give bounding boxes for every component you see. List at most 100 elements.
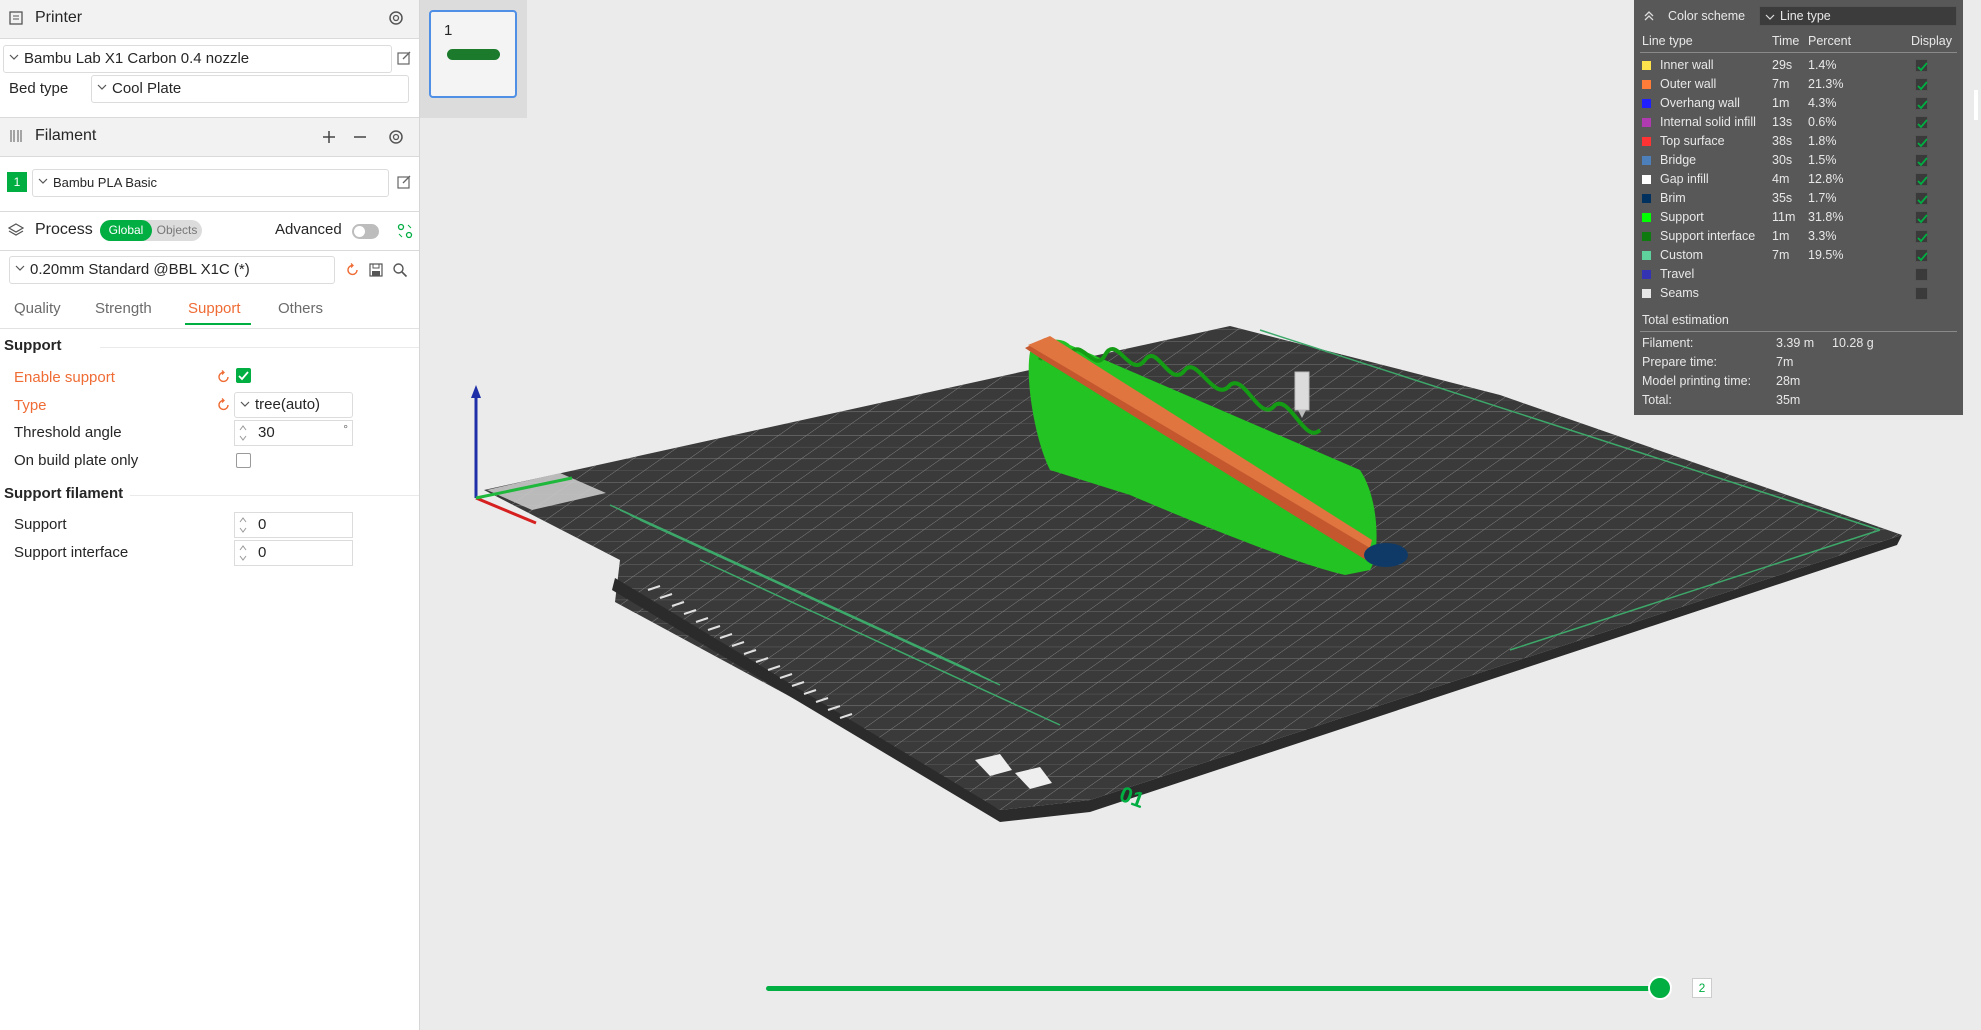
legend-row: Support interface 1m 3.3% <box>1634 227 1963 245</box>
legend-line-type-name: Gap infill <box>1660 172 1709 186</box>
bed-type-select[interactable]: Cool Plate <box>91 75 409 103</box>
legend-col-time: Time <box>1772 34 1800 48</box>
legend-color-swatch <box>1642 175 1651 184</box>
total-time-value: 35m <box>1776 393 1801 407</box>
chevron-down-icon <box>1765 14 1775 20</box>
legend-color-swatch <box>1642 118 1651 127</box>
filament-edit-icon[interactable] <box>396 174 412 190</box>
collapse-chevron-icon[interactable] <box>1643 10 1655 22</box>
plate-thumbnail[interactable]: 1 <box>429 10 517 98</box>
layer-slider-track[interactable] <box>766 986 1672 991</box>
legend-row: Top surface 38s 1.8% <box>1634 132 1963 150</box>
printer-title: Printer <box>35 9 83 26</box>
support-filament-value: 0 <box>258 516 267 533</box>
global-toggle-option[interactable]: Global <box>100 220 152 241</box>
search-icon[interactable] <box>392 262 408 278</box>
spin-arrows-icon[interactable] <box>239 543 247 563</box>
legend-time: 29s <box>1772 58 1793 72</box>
tab-support[interactable]: Support <box>188 300 241 317</box>
objects-toggle-option[interactable]: Objects <box>154 220 200 241</box>
legend-display-checkbox[interactable] <box>1915 230 1928 243</box>
prepare-time-value: 7m <box>1776 355 1794 369</box>
legend-col-line-type: Line type <box>1642 34 1693 48</box>
legend-display-checkbox[interactable] <box>1915 249 1928 262</box>
filament-length-value: 3.39 m <box>1776 336 1815 350</box>
filament-weight-value: 10.28 g <box>1832 336 1874 350</box>
reset-arrow-icon[interactable] <box>216 369 232 385</box>
printer-section-header: Printer <box>0 0 419 39</box>
checkmark-icon <box>238 371 249 381</box>
add-filament-plus-icon[interactable] <box>320 128 338 146</box>
enable-support-checkbox[interactable] <box>236 368 251 383</box>
legend-line-type-name: Travel <box>1660 267 1695 281</box>
global-objects-toggle[interactable]: Global Objects <box>100 220 202 241</box>
legend-percent: 19.5% <box>1808 248 1844 262</box>
tab-others[interactable]: Others <box>278 300 323 317</box>
legend-display-checkbox[interactable] <box>1915 135 1928 148</box>
legend-row: Inner wall 29s 1.4% <box>1634 56 1963 74</box>
bed-type-label: Bed type <box>9 80 69 97</box>
legend-time: 38s <box>1772 134 1793 148</box>
legend-display-checkbox[interactable] <box>1915 78 1928 91</box>
support-interface-filament-input[interactable]: 0 <box>234 540 353 566</box>
legend-time: 7m <box>1772 248 1790 262</box>
legend-line-type-name: Support <box>1660 210 1704 224</box>
printer-edit-icon[interactable] <box>396 50 412 66</box>
legend-percent: 1.7% <box>1808 191 1837 205</box>
legend-display-checkbox[interactable] <box>1915 116 1928 129</box>
support-interface-filament-label: Support interface <box>14 544 129 561</box>
left-settings-panel: Printer Bambu Lab X1 Carbon 0.4 nozzle B… <box>0 0 420 1030</box>
vertical-layer-scroll-handle[interactable] <box>1974 90 1978 120</box>
process-compare-icon[interactable] <box>396 222 414 240</box>
printer-settings-gear-icon[interactable] <box>387 9 405 27</box>
spin-arrows-icon[interactable] <box>239 515 247 535</box>
legend-time: 35s <box>1772 191 1793 205</box>
legend-display-checkbox[interactable] <box>1915 192 1928 205</box>
legend-display-checkbox[interactable] <box>1915 211 1928 224</box>
support-filament-label: Support <box>14 516 67 533</box>
legend-display-checkbox[interactable] <box>1915 173 1928 186</box>
legend-display-checkbox[interactable] <box>1915 287 1928 300</box>
model-printing-time-label: Model printing time: <box>1642 374 1752 388</box>
tab-quality[interactable]: Quality <box>14 300 61 317</box>
remove-filament-minus-icon[interactable] <box>351 128 369 146</box>
printer-icon <box>9 11 23 25</box>
legend-row: Custom 7m 19.5% <box>1634 246 1963 264</box>
legend-display-checkbox[interactable] <box>1915 154 1928 167</box>
tab-strength[interactable]: Strength <box>95 300 152 317</box>
color-scheme-select[interactable]: Line type <box>1759 6 1957 26</box>
model-printing-time-value: 28m <box>1776 374 1801 388</box>
total-time-label: Total: <box>1642 393 1672 407</box>
checkmark-icon <box>1917 119 1928 129</box>
plate-thumbnail-number: 1 <box>444 22 453 39</box>
support-filament-input[interactable]: 0 <box>234 512 353 538</box>
legend-color-swatch <box>1642 270 1651 279</box>
chevron-down-icon <box>240 401 250 407</box>
legend-display-checkbox[interactable] <box>1915 97 1928 110</box>
legend-color-swatch <box>1642 156 1651 165</box>
legend-col-display: Display <box>1911 34 1952 48</box>
layer-slider-knob[interactable] <box>1648 976 1672 1000</box>
legend-percent: 1.4% <box>1808 58 1837 72</box>
legend-display-checkbox[interactable] <box>1915 59 1928 72</box>
reset-arrow-icon[interactable] <box>216 397 232 413</box>
filament-preset-select[interactable]: Bambu PLA Basic <box>32 169 389 197</box>
support-type-select[interactable]: tree(auto) <box>234 392 353 418</box>
save-icon[interactable] <box>368 262 384 278</box>
legend-row: Support 11m 31.8% <box>1634 208 1963 226</box>
printer-preset-select[interactable]: Bambu Lab X1 Carbon 0.4 nozzle <box>3 45 392 73</box>
filament-slot-badge[interactable]: 1 <box>7 172 27 192</box>
process-preset-select[interactable]: 0.20mm Standard @BBL X1C (*) <box>9 256 335 284</box>
checkmark-icon <box>1917 252 1928 262</box>
advanced-switch[interactable] <box>352 224 379 239</box>
legend-display-checkbox[interactable] <box>1915 268 1928 281</box>
reset-arrow-icon[interactable] <box>345 262 361 278</box>
legend-line-type-name: Inner wall <box>1660 58 1714 72</box>
threshold-angle-input[interactable]: 30 ° <box>234 420 353 446</box>
legend-percent: 1.5% <box>1808 153 1837 167</box>
legend-time: 1m <box>1772 96 1790 110</box>
spin-arrows-icon[interactable] <box>239 423 247 443</box>
tabs-divider <box>0 328 419 329</box>
filament-settings-gear-icon[interactable] <box>387 128 405 146</box>
build-plate-only-checkbox[interactable] <box>236 453 251 468</box>
